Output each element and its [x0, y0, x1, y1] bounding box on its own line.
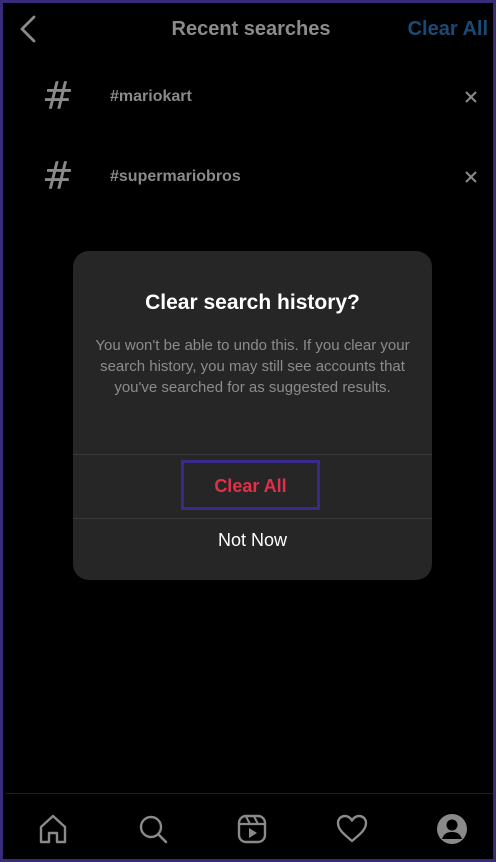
dialog-message: You won't be able to undo this. If you c…	[95, 337, 410, 396]
bottom-nav	[6, 793, 493, 859]
remove-search-button[interactable]	[462, 88, 480, 106]
recent-search-item[interactable]: # #supermariobros	[6, 148, 493, 208]
reels-icon	[237, 814, 267, 844]
screenshot-frame: Recent searches Clear All # #mariokart #…	[0, 0, 496, 862]
home-icon	[39, 814, 67, 844]
clear-all-button[interactable]: Clear All	[184, 476, 317, 497]
heart-icon	[336, 814, 368, 843]
profile-icon	[437, 814, 467, 844]
nav-activity[interactable]	[335, 812, 369, 846]
divider	[73, 454, 432, 455]
search-icon	[139, 815, 168, 844]
nav-home[interactable]	[36, 812, 70, 846]
header: Recent searches Clear All	[6, 6, 493, 56]
clear-all-highlight: Clear All	[181, 460, 320, 510]
recent-search-item[interactable]: # #mariokart	[6, 68, 493, 128]
screen: Recent searches Clear All # #mariokart #…	[6, 6, 493, 859]
nav-search[interactable]	[136, 812, 170, 846]
hashtag-icon: #	[42, 154, 74, 198]
not-now-button[interactable]: Not Now	[73, 530, 432, 551]
dialog-title: Clear search history?	[145, 291, 360, 314]
close-icon	[465, 171, 477, 183]
close-icon	[465, 91, 477, 103]
clear-all-link[interactable]: Clear All	[408, 18, 488, 41]
hashtag-icon: #	[42, 74, 74, 118]
divider	[73, 518, 432, 519]
clear-history-dialog: Clear search history? You won't be able …	[73, 251, 432, 580]
recent-search-label: #mariokart	[110, 88, 192, 105]
remove-search-button[interactable]	[462, 168, 480, 186]
recent-search-label: #supermariobros	[110, 168, 241, 185]
nav-reels[interactable]	[235, 812, 269, 846]
nav-profile[interactable]	[435, 812, 469, 846]
